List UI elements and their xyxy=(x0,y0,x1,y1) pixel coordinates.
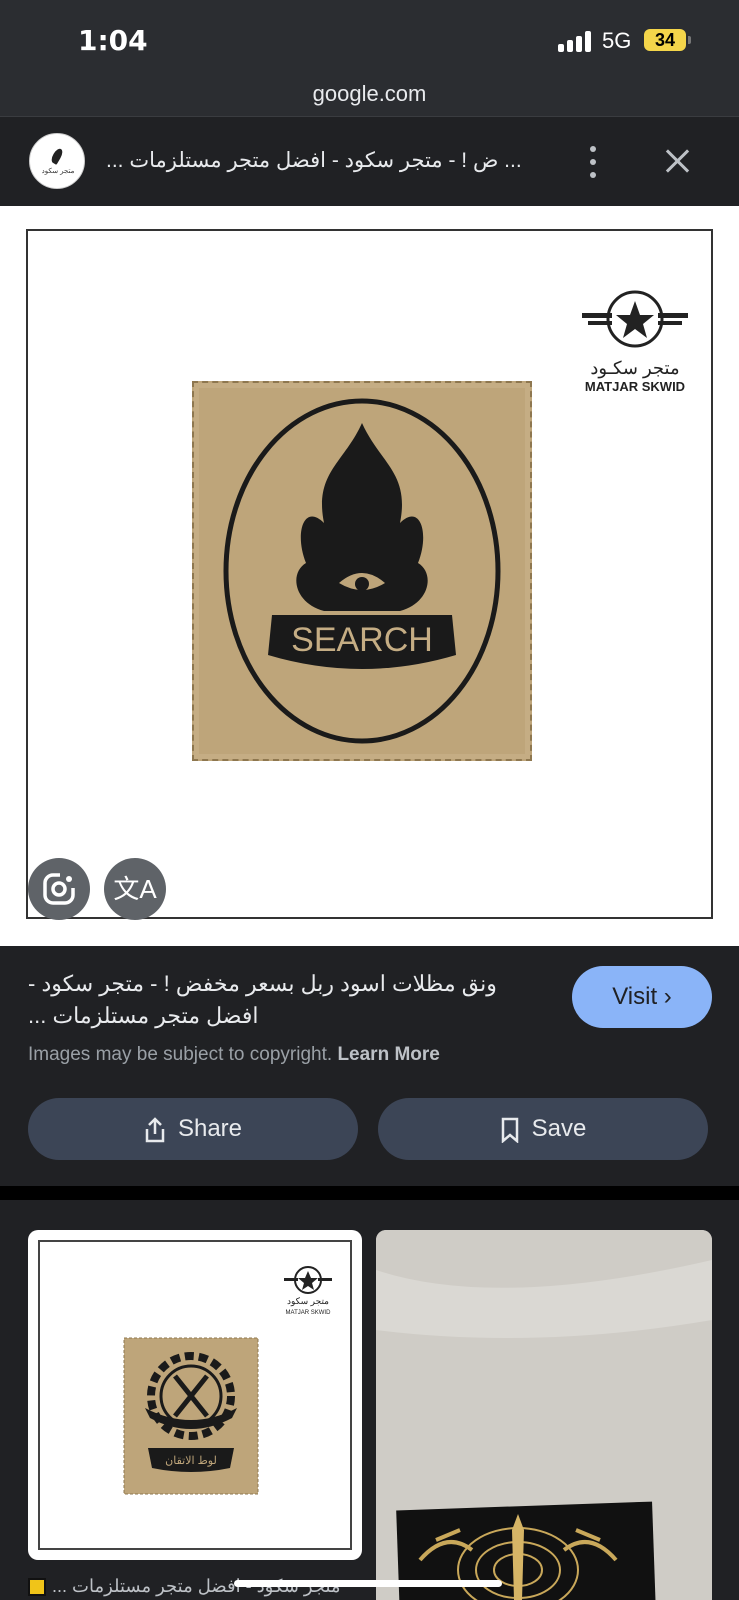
visit-label: Visit xyxy=(612,983,658,1010)
google-lens-button[interactable] xyxy=(28,858,90,920)
home-indicator[interactable] xyxy=(234,1580,502,1587)
status-bar: 1:04 5G 34 xyxy=(0,0,739,66)
chevron-right-icon: › xyxy=(663,983,672,1010)
product-image: متجر سكـود MATJAR SKWID SEARCH xyxy=(26,229,713,919)
search-emblem-icon: SEARCH xyxy=(223,398,501,744)
patch-text: SEARCH xyxy=(291,621,433,659)
search-patch: SEARCH xyxy=(192,381,532,761)
network-label: 5G xyxy=(602,28,632,53)
related-images: متجر سكود MATJAR SKWID لوط الاتقان ... م… xyxy=(0,1200,739,1600)
related-brand-english: MATJAR SKWID xyxy=(286,1310,332,1316)
url-domain[interactable]: google.com xyxy=(313,81,427,106)
url-bar[interactable]: google.com xyxy=(0,66,739,116)
page-title[interactable]: ... ض ! - متجر سكود - افضل متجر مستلزمات… xyxy=(106,148,546,173)
site-logo-text: متجر سكود xyxy=(41,168,75,175)
result-title[interactable]: ونق مظلات اسود ربل بسعر مخفض ! - متجر سك… xyxy=(28,968,548,1032)
feather-icon xyxy=(49,147,65,165)
learn-more-link[interactable]: Learn More xyxy=(337,1044,439,1065)
related-patch-1-icon: متجر سكود MATJAR SKWID لوط الاتقان xyxy=(123,1266,332,1495)
copyright-notice: Images may be subject to copyright. Lear… xyxy=(28,1044,440,1066)
section-divider xyxy=(0,1186,739,1200)
related-patch-text: لوط الاتقان xyxy=(165,1455,217,1467)
battery-icon: 34 xyxy=(644,29,686,51)
brand-logo: متجر سكـود MATJAR SKWID xyxy=(580,289,690,394)
share-icon xyxy=(145,1116,165,1142)
battery-tip xyxy=(688,36,691,44)
visit-button[interactable]: Visit › xyxy=(572,966,712,1028)
related-image-1-frame: متجر سكود MATJAR SKWID لوط الاتقان xyxy=(38,1240,352,1550)
site-logo[interactable]: متجر سكود xyxy=(29,133,85,189)
army-logo-icon xyxy=(28,1578,46,1597)
share-button[interactable]: Share xyxy=(28,1098,358,1160)
image-preview[interactable]: متجر سكـود MATJAR SKWID SEARCH xyxy=(0,206,739,946)
bookmark-icon xyxy=(501,1117,518,1143)
related-patch-2-icon xyxy=(376,1230,712,1600)
share-label: Share xyxy=(177,1115,243,1142)
star-wings-icon xyxy=(582,290,688,348)
related-brand-arabic: متجر سكود xyxy=(287,1296,329,1307)
copyright-text: Images may be subject to copyright. xyxy=(28,1044,333,1065)
signal-icon xyxy=(558,30,594,52)
close-icon[interactable] xyxy=(659,143,695,179)
lens-icon xyxy=(43,872,76,905)
brand-name-arabic: متجر سكـود xyxy=(590,358,680,378)
brand-name-english: MATJAR SKWID xyxy=(584,379,686,394)
translate-icon[interactable]: 文A xyxy=(104,858,166,920)
status-time: 1:04 xyxy=(78,24,148,57)
related-image-2[interactable] xyxy=(376,1230,712,1600)
result-header: متجر سكود ... ض ! - متجر سكود - افضل متج… xyxy=(0,116,739,206)
result-info-panel: ونق مظلات اسود ربل بسعر مخفض ! - متجر سك… xyxy=(0,946,739,1186)
more-vert-icon[interactable] xyxy=(586,144,600,180)
save-label: Save xyxy=(531,1115,587,1142)
save-button[interactable]: Save xyxy=(378,1098,708,1160)
related-image-1[interactable]: متجر سكود MATJAR SKWID لوط الاتقان xyxy=(28,1230,362,1560)
